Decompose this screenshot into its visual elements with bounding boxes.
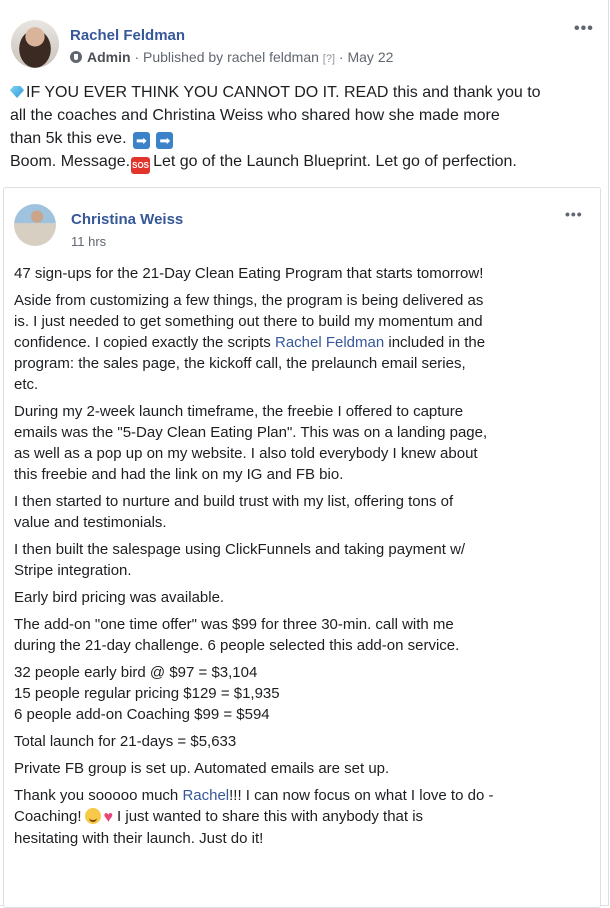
text-line: included in the bbox=[384, 334, 486, 351]
post-text-line: than 5k this eve. bbox=[10, 130, 127, 147]
feed-post: Rachel Feldman Admin · Published by rach… bbox=[0, 0, 609, 908]
sos-icon: SOS bbox=[131, 157, 151, 174]
shared-post-card: Christina Weiss 11 hrs ••• 47 sign-ups f… bbox=[3, 187, 601, 908]
shared-post-time[interactable]: 11 hrs bbox=[71, 234, 106, 249]
paragraph: Early bird pricing was available. bbox=[14, 587, 594, 608]
smile-icon bbox=[84, 808, 101, 824]
heart-icon: ♥ bbox=[103, 809, 114, 826]
text-line: emails was the "5-Day Clean Eating Plan"… bbox=[14, 424, 488, 441]
mention-link[interactable]: Rachel Feldman bbox=[275, 334, 384, 351]
text-line: I then started to nurture and build trus… bbox=[14, 493, 454, 510]
text-line: is. I just needed to get something out t… bbox=[14, 313, 483, 330]
text-line: Private FB group is set up. Automated em… bbox=[14, 760, 390, 777]
text-line: The add-on "one time offer" was $99 for … bbox=[14, 616, 454, 633]
paragraph: The add-on "one time offer" was $99 for … bbox=[14, 614, 594, 656]
post-author-link[interactable]: Rachel Feldman bbox=[70, 27, 185, 44]
text-line: I just wanted to share this with anybody… bbox=[117, 808, 424, 825]
post-text-line: all the coaches and Christina Weiss who … bbox=[10, 107, 500, 124]
text-line: 47 sign-ups for the 21-Day Clean Eating … bbox=[14, 265, 484, 282]
text-line: hesitating with their launch. Just do it… bbox=[14, 830, 264, 847]
shared-post-body: 47 sign-ups for the 21-Day Clean Eating … bbox=[14, 263, 594, 855]
mention-link[interactable]: Rachel bbox=[182, 787, 229, 804]
more-options-icon[interactable]: ••• bbox=[565, 206, 583, 222]
more-options-icon[interactable]: ••• bbox=[574, 20, 594, 38]
text-line: During my 2-week launch timeframe, the f… bbox=[14, 403, 464, 420]
paragraph: Private FB group is set up. Automated em… bbox=[14, 758, 594, 779]
post-text-line: Let go of the Launch Blueprint. Let go o… bbox=[153, 153, 517, 170]
paragraph: 47 sign-ups for the 21-Day Clean Eating … bbox=[14, 263, 594, 284]
published-by[interactable]: Published by rachel feldman bbox=[143, 49, 319, 65]
post-text-line: IF YOU EVER THINK YOU CANNOT DO IT. READ… bbox=[26, 84, 541, 101]
text-line: program: the sales page, the kickoff cal… bbox=[14, 355, 466, 372]
role-label: Admin bbox=[87, 49, 131, 65]
arrow-right-icon: ➡ bbox=[132, 132, 150, 149]
text-line: Stripe integration. bbox=[14, 562, 132, 579]
text-line: Total launch for 21-days = $5,633 bbox=[14, 733, 237, 750]
post-meta: Admin · Published by rachel feldman [?] … bbox=[70, 49, 393, 65]
text-line: !!! I can now focus on what I love to do… bbox=[229, 787, 494, 804]
text-line: etc. bbox=[14, 376, 39, 393]
text-line: this freebie and had the link on my IG a… bbox=[14, 466, 344, 483]
paragraph: During my 2-week launch timeframe, the f… bbox=[14, 401, 594, 485]
text-line: I then built the salespage using ClickFu… bbox=[14, 541, 466, 558]
paragraph: Aside from customizing a few things, the… bbox=[14, 290, 594, 395]
text-line: Thank you sooooo much bbox=[14, 787, 183, 804]
text-line: during the 21-day challenge. 6 people se… bbox=[14, 637, 460, 654]
text-line: Early bird pricing was available. bbox=[14, 589, 225, 606]
shield-icon bbox=[70, 51, 82, 63]
text-line: 6 people add-on Coaching $99 = $594 bbox=[14, 706, 270, 723]
paragraph: I then started to nurture and build trus… bbox=[14, 491, 594, 533]
gem-icon bbox=[10, 86, 24, 98]
shared-author-link[interactable]: Christina Weiss bbox=[71, 211, 183, 228]
paragraph: Thank you sooooo much Rachel!!! I can no… bbox=[14, 785, 594, 849]
text-line: value and testimonials. bbox=[14, 514, 167, 531]
text-line: Aside from customizing a few things, the… bbox=[14, 292, 484, 309]
arrow-right-icon: ➡ bbox=[156, 132, 174, 149]
help-marker[interactable]: [?] bbox=[323, 53, 335, 65]
text-line: Coaching! bbox=[14, 808, 82, 825]
post-text: IF YOU EVER THINK YOU CANNOT DO IT. READ… bbox=[10, 81, 606, 174]
text-line: 32 people early bird @ $97 = $3,104 bbox=[14, 664, 258, 681]
text-line: as well as a pop up on my website. I als… bbox=[14, 445, 478, 462]
avatar[interactable] bbox=[11, 20, 59, 68]
avatar[interactable] bbox=[14, 204, 56, 246]
post-date[interactable]: May 22 bbox=[347, 49, 393, 65]
paragraph: 32 people early bird @ $97 = $3,104 15 p… bbox=[14, 662, 594, 725]
paragraph: Total launch for 21-days = $5,633 bbox=[14, 731, 594, 752]
text-line: confidence. I copied exactly the scripts bbox=[14, 334, 275, 351]
post-text-line: Boom. Message. bbox=[10, 153, 131, 170]
text-line: 15 people regular pricing $129 = $1,935 bbox=[14, 685, 280, 702]
paragraph: I then built the salespage using ClickFu… bbox=[14, 539, 594, 581]
